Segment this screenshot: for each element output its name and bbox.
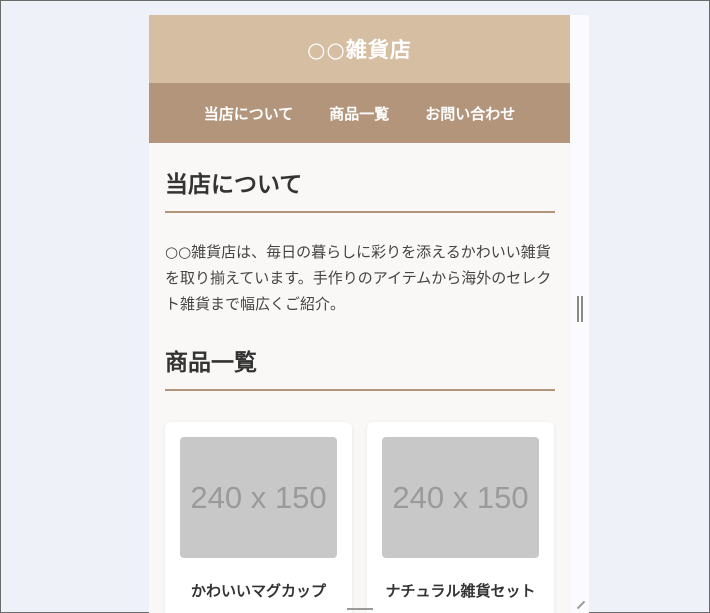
nav-link-contact[interactable]: お問い合わせ [425, 103, 515, 124]
about-heading: 当店について [165, 143, 555, 213]
product-grid: 240 x 150 かわいいマグカップ 240 x 150 ナチュラル雑貨セット [165, 422, 555, 613]
product-card[interactable]: 240 x 150 ナチュラル雑貨セット [367, 422, 554, 613]
main-content: 当店について ○○雑貨店は、毎日の暮らしに彩りを添えるかわいい雑貨を取り揃えてい… [165, 143, 555, 613]
product-image-placeholder: 240 x 150 [382, 437, 539, 558]
page-viewport[interactable]: ○○雑貨店 当店について 商品一覧 お問い合わせ 当店について ○○雑貨店は、毎… [149, 15, 589, 613]
nav-link-about[interactable]: 当店について [204, 103, 294, 124]
nav-link-products[interactable]: 商品一覧 [329, 103, 389, 124]
product-card[interactable]: 240 x 150 かわいいマグカップ [165, 422, 352, 613]
product-name: ナチュラル雑貨セット [385, 582, 536, 600]
site-title: ○○雑貨店 [307, 38, 412, 62]
product-image-placeholder: 240 x 150 [180, 437, 337, 558]
products-heading: 商品一覧 [165, 317, 555, 391]
site-header: ○○雑貨店 [149, 15, 570, 83]
bottom-resize-handle[interactable] [347, 608, 373, 610]
main-nav: 当店について 商品一覧 お問い合わせ [149, 83, 570, 143]
product-name: かわいいマグカップ [190, 582, 326, 600]
about-text: ○○雑貨店は、毎日の暮らしに彩りを添えるかわいい雑貨を取り揃えています。手作りの… [165, 243, 552, 313]
resize-handle-icon[interactable] [577, 296, 583, 322]
